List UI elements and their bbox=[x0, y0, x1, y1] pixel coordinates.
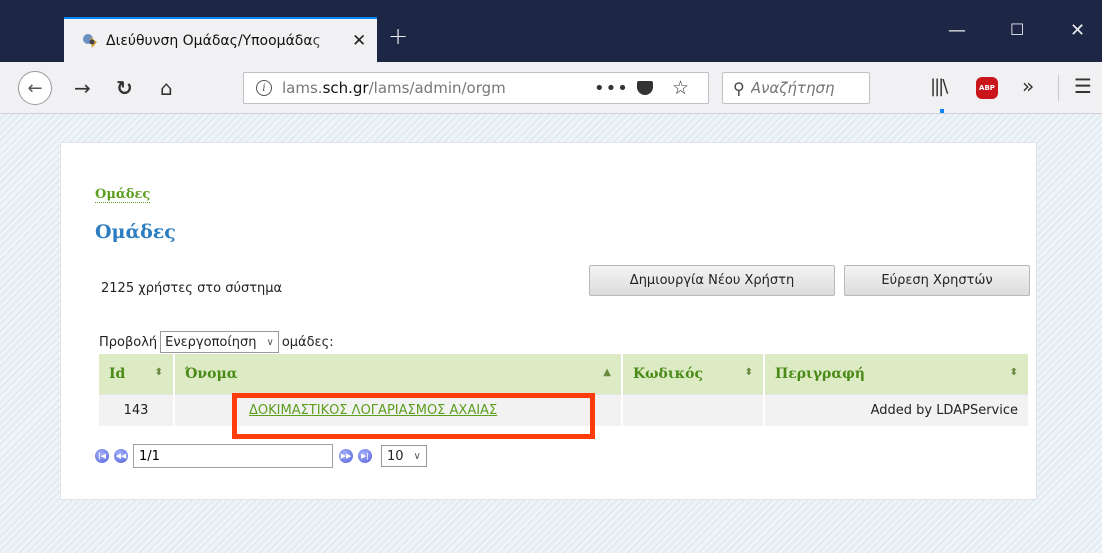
next-page-icon[interactable]: ▶▶ bbox=[339, 449, 353, 463]
view-select[interactable]: Ενεργοποίηση ∨ bbox=[160, 331, 279, 353]
overflow-menu-icon[interactable]: » bbox=[1022, 74, 1034, 98]
back-button[interactable]: ← bbox=[18, 71, 52, 105]
minimize-icon[interactable]: — bbox=[948, 20, 966, 41]
header-name-label: Όνομα bbox=[185, 366, 238, 382]
adblock-icon[interactable]: ABP bbox=[976, 77, 998, 99]
view-label: Προβολή bbox=[99, 334, 158, 350]
header-code-label: Κωδικός bbox=[633, 366, 703, 382]
content-panel: Ομάδες Ομάδες 2125 χρήστες στο σύστημα Δ… bbox=[60, 142, 1037, 500]
page-title: Ομάδες bbox=[95, 221, 176, 243]
sort-ascending-icon: ▲ bbox=[603, 367, 611, 378]
cell-name: ΔΟΚΙΜΑΣΤΙΚΟΣ ΛΟΓΑΡΙΑΣΜΟΣ ΑΧΑΙΑΣ bbox=[175, 394, 621, 426]
search-icon: ⚲ bbox=[733, 78, 745, 98]
url-path: /lams/admin/orgm bbox=[368, 79, 506, 97]
close-tab-icon[interactable]: ✕ bbox=[352, 31, 366, 51]
pocket-icon[interactable] bbox=[637, 81, 653, 95]
tab-title: Διεύθυνση Ομάδας/Υποομάδας bbox=[106, 32, 321, 49]
url-host-prefix: lams. bbox=[282, 79, 323, 97]
header-id-label: Id bbox=[109, 366, 126, 382]
column-header-code[interactable]: Κωδικός ⬍ bbox=[623, 354, 763, 394]
groups-table: Id ⬍ Όνομα ▲ Κωδικός ⬍ Περιγραφή ⬍ 143 ΔΟΚΙΜ… bbox=[97, 354, 1030, 426]
breadcrumb-link[interactable]: Ομάδες bbox=[95, 187, 151, 203]
sort-icon: ⬍ bbox=[154, 367, 163, 378]
cell-code bbox=[623, 394, 763, 426]
library-indicator bbox=[940, 109, 944, 113]
page-actions-icon[interactable]: ••• bbox=[594, 78, 629, 99]
last-page-icon[interactable]: ▶| bbox=[358, 449, 372, 463]
chevron-down-icon: ∨ bbox=[413, 450, 421, 462]
first-page-icon[interactable]: |◀ bbox=[95, 449, 109, 463]
header-description-label: Περιγραφή bbox=[775, 366, 865, 382]
create-user-button[interactable]: Δημιουργία Νέου Χρήστη bbox=[589, 265, 835, 296]
search-input[interactable] bbox=[750, 79, 861, 97]
search-bar[interactable]: ⚲ bbox=[722, 72, 870, 104]
maximize-icon[interactable]: ☐ bbox=[1010, 20, 1024, 39]
browser-titlebar: Διεύθυνση Ομάδας/Υποομάδας ✕ + — ☐ ✕ bbox=[0, 0, 1102, 62]
arrow-left-icon: ← bbox=[27, 77, 43, 99]
view-selected-value: Ενεργοποίηση bbox=[165, 334, 257, 350]
hamburger-menu-icon[interactable]: ☰ bbox=[1074, 74, 1092, 98]
column-header-name[interactable]: Όνομα ▲ bbox=[175, 354, 621, 394]
group-name-link[interactable]: ΔΟΚΙΜΑΣΤΙΚΟΣ ΛΟΓΑΡΙΑΣΜΟΣ ΑΧΑΙΑΣ bbox=[249, 403, 497, 418]
find-users-button[interactable]: Εύρεση Χρηστών bbox=[844, 265, 1030, 296]
column-header-description[interactable]: Περιγραφή ⬍ bbox=[765, 354, 1028, 394]
cell-description: Added by LDAPService bbox=[765, 394, 1028, 426]
page-size-value: 10 bbox=[387, 448, 404, 464]
sort-icon: ⬍ bbox=[744, 367, 753, 378]
browser-tab[interactable]: Διεύθυνση Ομάδας/Υποομάδας ✕ bbox=[64, 17, 377, 62]
page-background: Ομάδες Ομάδες 2125 χρήστες στο σύστημα Δ… bbox=[0, 114, 1102, 553]
reload-icon[interactable]: ↻ bbox=[116, 76, 133, 100]
url-bar[interactable]: i lams.sch.gr/lams/admin/orgm ••• ☆ bbox=[243, 72, 709, 104]
view-filter-row: Προβολή Ενεργοποίηση ∨ ομάδες: bbox=[99, 331, 334, 353]
page-size-select[interactable]: 10 ∨ bbox=[381, 445, 427, 467]
pager: |◀ ◀◀ ▶▶ ▶| 10 ∨ bbox=[95, 444, 427, 468]
previous-page-icon[interactable]: ◀◀ bbox=[114, 449, 128, 463]
favicon-icon bbox=[83, 33, 97, 48]
sort-icon: ⬍ bbox=[1009, 367, 1018, 378]
new-tab-icon[interactable]: + bbox=[388, 22, 408, 50]
browser-toolbar: ← → ↻ ⌂ i lams.sch.gr/lams/admin/orgm ••… bbox=[0, 62, 1102, 114]
forward-icon[interactable]: → bbox=[74, 76, 91, 100]
info-icon[interactable]: i bbox=[256, 80, 272, 96]
bookmark-star-icon[interactable]: ☆ bbox=[672, 77, 689, 99]
table-row: 143 ΔΟΚΙΜΑΣΤΙΚΟΣ ΛΟΓΑΡΙΑΣΜΟΣ ΑΧΑΙΑΣ Adde… bbox=[99, 394, 1028, 426]
close-window-icon[interactable]: ✕ bbox=[1070, 20, 1085, 41]
page-number-input[interactable] bbox=[133, 444, 333, 468]
url-host-main: sch.gr bbox=[322, 79, 369, 97]
users-count-text: 2125 χρήστες στο σύστημα bbox=[101, 281, 283, 296]
library-icon[interactable]: |||\ bbox=[930, 76, 948, 97]
home-icon[interactable]: ⌂ bbox=[160, 76, 173, 100]
toolbar-separator bbox=[1058, 75, 1059, 101]
cell-id: 143 bbox=[99, 394, 173, 426]
url-text[interactable]: lams.sch.gr/lams/admin/orgm bbox=[282, 79, 567, 97]
column-header-id[interactable]: Id ⬍ bbox=[99, 354, 173, 394]
chevron-down-icon: ∨ bbox=[266, 336, 274, 348]
view-suffix: ομάδες: bbox=[281, 334, 334, 350]
